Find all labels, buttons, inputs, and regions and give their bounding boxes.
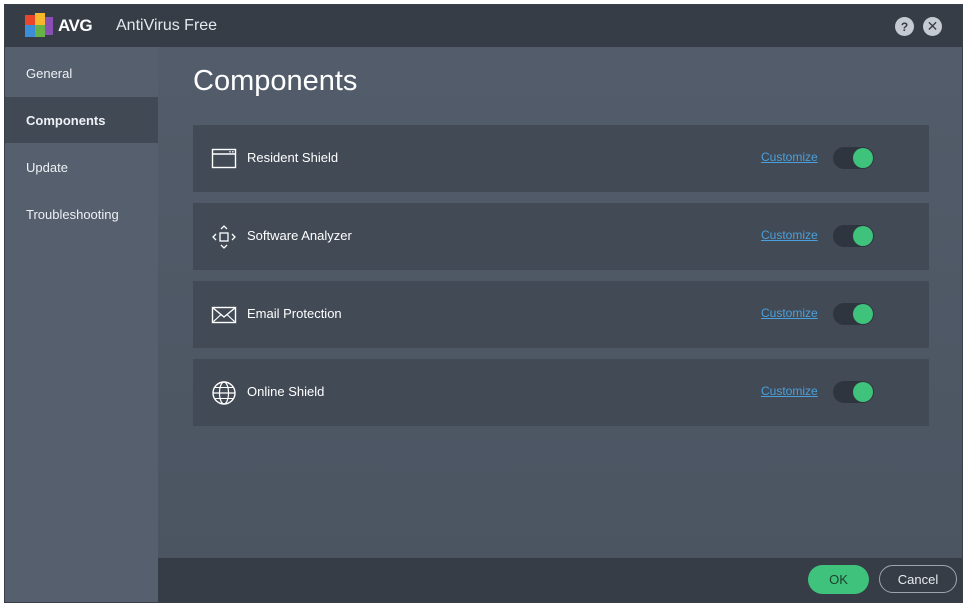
component-card-email-protection: Email Protection Customize: [193, 281, 929, 348]
customize-link[interactable]: Customize: [761, 228, 818, 242]
sidebar-item-troubleshooting[interactable]: Troubleshooting: [5, 191, 158, 237]
toggle-knob: [853, 226, 873, 246]
toggle-knob: [853, 304, 873, 324]
title-bar: AVG AntiVirus Free ? ✕: [5, 5, 962, 47]
main-panel: Components Resident Shield Customize Sof…: [158, 47, 962, 558]
component-card-online-shield: Online Shield Customize: [193, 359, 929, 426]
component-toggle[interactable]: [833, 225, 874, 247]
envelope-icon: [211, 306, 237, 324]
ok-button[interactable]: OK: [808, 565, 869, 594]
component-card-software-analyzer: Software Analyzer Customize: [193, 203, 929, 270]
help-button[interactable]: ?: [895, 17, 914, 36]
sidebar-item-components[interactable]: Components: [5, 97, 158, 143]
sidebar-item-general[interactable]: General: [5, 50, 158, 96]
customize-link[interactable]: Customize: [761, 150, 818, 164]
component-card-resident-shield: Resident Shield Customize: [193, 125, 929, 192]
move-arrows-icon: [212, 225, 236, 249]
customize-link[interactable]: Customize: [761, 384, 818, 398]
toggle-knob: [853, 148, 873, 168]
page-title: Components: [193, 65, 358, 97]
close-button[interactable]: ✕: [923, 17, 942, 36]
component-label: Online Shield: [247, 384, 325, 399]
component-label: Resident Shield: [247, 150, 339, 165]
component-label: Software Analyzer: [247, 228, 352, 243]
window-icon: [211, 148, 237, 169]
component-toggle[interactable]: [833, 381, 874, 403]
cancel-button[interactable]: Cancel: [879, 565, 957, 593]
component-label: Email Protection: [247, 306, 342, 321]
app-window: AVG AntiVirus Free ? ✕ General Component…: [4, 4, 963, 603]
globe-icon: [212, 381, 236, 405]
sidebar: General Components Update Troubleshootin…: [5, 47, 158, 602]
brand-name: AVG: [58, 16, 93, 35]
sidebar-item-update[interactable]: Update: [5, 144, 158, 190]
footer-bar: OK Cancel: [158, 558, 962, 602]
component-toggle[interactable]: [833, 303, 874, 325]
component-toggle[interactable]: [833, 147, 874, 169]
app-title: AntiVirus Free: [116, 17, 218, 34]
customize-link[interactable]: Customize: [761, 306, 818, 320]
avg-logo-icon: [25, 13, 53, 37]
toggle-knob: [853, 382, 873, 402]
